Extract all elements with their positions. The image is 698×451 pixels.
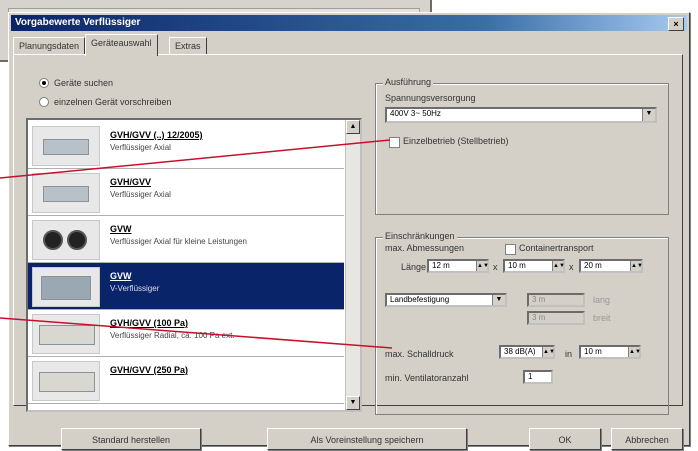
tab-device-selection[interactable]: Geräteauswahl: [85, 34, 158, 56]
callout-line-bottom: [0, 317, 393, 349]
callout-lines: [0, 139, 393, 349]
callout-line-top: [0, 139, 391, 179]
